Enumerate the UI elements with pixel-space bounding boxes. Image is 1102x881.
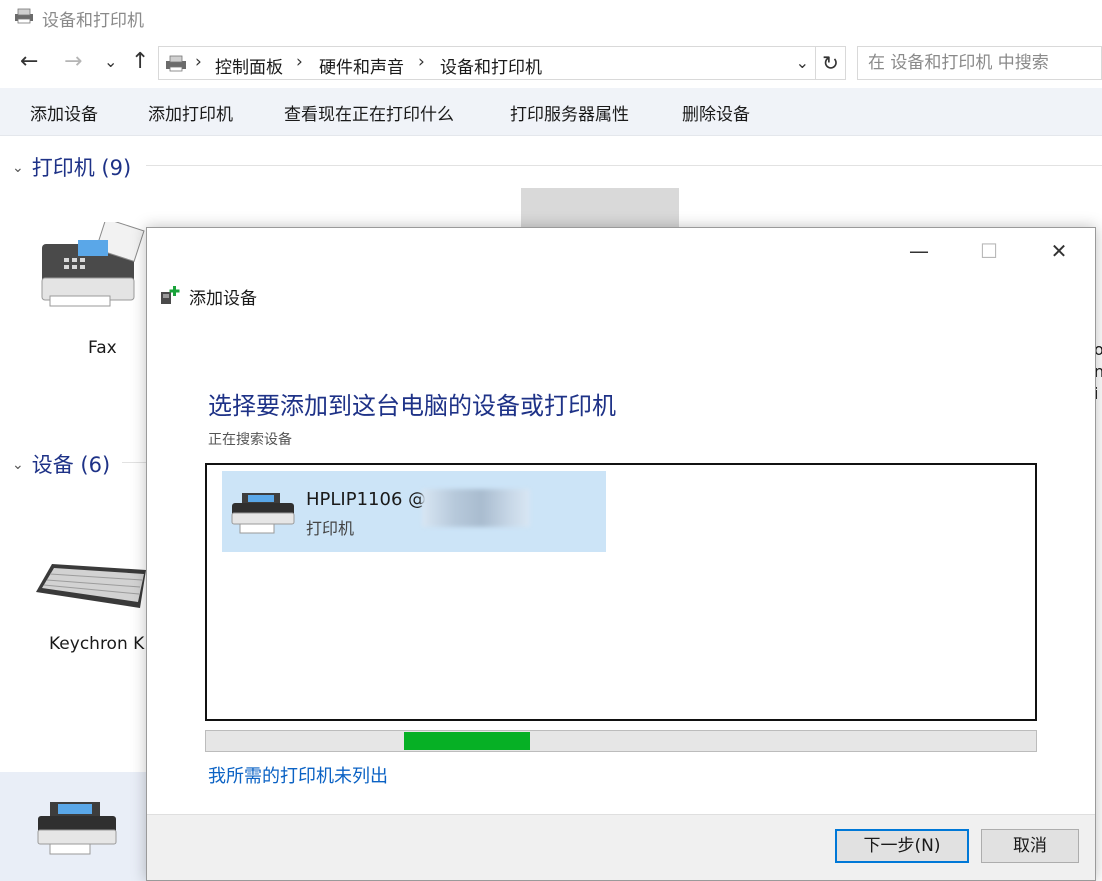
cancel-button[interactable]: 取消	[981, 829, 1079, 863]
next-button[interactable]: 下一步(N)	[835, 829, 969, 863]
selected-device-tile[interactable]	[0, 772, 146, 881]
forward-button[interactable]: →	[64, 50, 82, 74]
printer-icon-placeholder	[521, 188, 679, 228]
search-input[interactable]: 在 设备和打印机 中搜索	[857, 46, 1102, 80]
device-list[interactable]: HPLIP1106 @ 打印机	[205, 463, 1037, 721]
redacted-address	[422, 489, 530, 527]
remove-device-command[interactable]: 删除设备	[682, 100, 750, 125]
search-status: 正在搜索设备	[208, 432, 292, 448]
dialog-heading: 选择要添加到这台电脑的设备或打印机	[208, 392, 616, 420]
address-box[interactable]: › 控制面板 › 硬件和声音 › 设备和打印机 ⌄	[158, 46, 816, 80]
minimize-button[interactable]: —	[899, 236, 939, 266]
add-device-command[interactable]: 添加设备	[30, 100, 98, 125]
breadcrumb-control-panel[interactable]: 控制面板	[215, 53, 283, 78]
add-device-dialog: — ☐ ✕ 添加设备 选择要添加到这台电脑的设备或打印机 正在搜索设备 HPLI…	[146, 227, 1096, 881]
printers-group-label: 打印机 (9)	[31, 156, 132, 180]
address-dropdown-button[interactable]: ⌄	[796, 53, 809, 72]
devices-group-label: 设备 (6)	[31, 453, 111, 477]
fax-printer-icon[interactable]	[38, 222, 148, 310]
chevron-down-icon: ⌄	[12, 160, 24, 176]
printers-group-header[interactable]: ⌄ 打印机 (9)	[12, 152, 131, 182]
print-server-properties-command[interactable]: 打印服务器属性	[510, 100, 629, 125]
window-title: 设备和打印机	[42, 11, 144, 31]
computer-devices-icon	[166, 55, 186, 72]
keyboard-label[interactable]: Keychron K	[49, 634, 144, 654]
printer-icon	[231, 493, 295, 534]
printer-not-listed-link[interactable]: 我所需的打印机未列出	[208, 762, 388, 788]
refresh-button[interactable]: ↻	[816, 46, 846, 80]
address-bar-row: ← → ⌄ ↑ › 控制面板 › 硬件和声音 › 设备和打印机 ⌄ ↻ 在 设备…	[0, 40, 1102, 86]
printer-folder-icon	[15, 8, 33, 24]
fax-label[interactable]: Fax	[88, 338, 117, 358]
device-type: 打印机	[306, 519, 355, 538]
breadcrumb-separator: ›	[195, 52, 202, 72]
progress-fill	[403, 732, 530, 750]
device-list-item[interactable]: HPLIP1106 @ 打印机	[222, 471, 606, 552]
breadcrumb-separator: ›	[418, 52, 425, 72]
group-divider	[122, 462, 146, 463]
see-whats-printing-command[interactable]: 查看现在正在打印什么	[284, 100, 454, 125]
dialog-footer: 下一步(N) 取消	[147, 814, 1095, 880]
breadcrumb-separator: ›	[296, 52, 303, 72]
add-printer-command[interactable]: 添加打印机	[148, 100, 233, 125]
back-button[interactable]: ←	[20, 50, 38, 74]
recent-locations-button[interactable]: ⌄	[104, 50, 117, 74]
chevron-down-icon: ⌄	[12, 457, 24, 473]
maximize-button[interactable]: ☐	[969, 236, 1009, 266]
printer-icon	[37, 802, 117, 855]
close-button[interactable]: ✕	[1039, 236, 1079, 266]
breadcrumb-devices-printers[interactable]: 设备和打印机	[440, 53, 542, 78]
up-button[interactable]: ↑	[131, 50, 149, 74]
group-divider	[146, 165, 1102, 166]
dialog-title: 添加设备	[189, 289, 257, 309]
breadcrumb-hardware-sound[interactable]: 硬件和声音	[319, 53, 404, 78]
search-progress-bar	[205, 730, 1037, 752]
command-bar: 添加设备 添加打印机 查看现在正在打印什么 打印服务器属性 删除设备	[0, 88, 1102, 136]
add-device-icon	[161, 286, 180, 304]
devices-group-header[interactable]: ⌄ 设备 (6)	[12, 449, 110, 479]
keyboard-icon[interactable]	[36, 562, 146, 612]
device-name: HPLIP1106 @	[306, 489, 427, 510]
window-title-bar: 设备和打印机	[0, 0, 1102, 34]
